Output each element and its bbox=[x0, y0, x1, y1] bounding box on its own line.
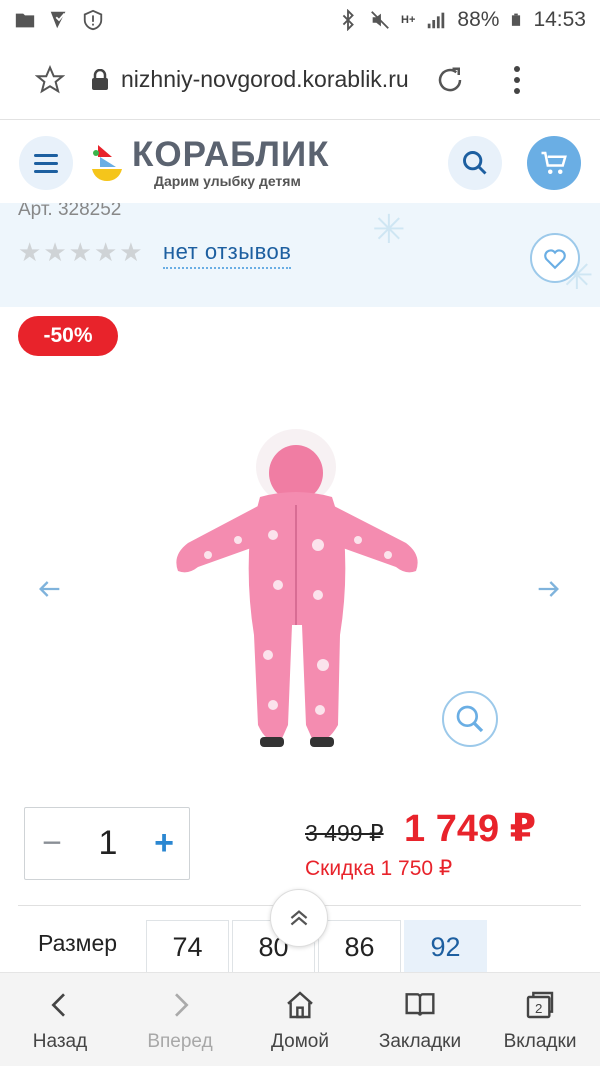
article-number: Арт. 328252 bbox=[18, 203, 122, 220]
quantity-increase-button[interactable]: + bbox=[149, 826, 179, 860]
cart-icon bbox=[541, 151, 567, 174]
discount-badge: -50% bbox=[18, 316, 118, 356]
lock-icon bbox=[92, 68, 108, 90]
nav-back[interactable]: Назад bbox=[0, 973, 120, 1066]
signal-icon bbox=[428, 12, 445, 29]
product-meta: ✳ ✳ Арт. 328252 ★ ★ ★ ★ ★ нет отзывов bbox=[0, 203, 600, 307]
url-text[interactable]: nizhniy-novgorod.korablik.ru bbox=[121, 66, 409, 93]
search-button[interactable] bbox=[448, 136, 502, 190]
discount-amount: Скидка 1 750 ₽ bbox=[305, 857, 453, 880]
battery-icon bbox=[512, 13, 521, 26]
zoom-button[interactable] bbox=[442, 691, 498, 747]
battery-percent: 88% bbox=[457, 8, 500, 31]
status-bar: H+ 88% 14:53 bbox=[0, 0, 600, 40]
star-icon: ★ bbox=[93, 237, 118, 267]
search-icon bbox=[463, 151, 487, 175]
arrow-left-icon[interactable] bbox=[36, 575, 64, 603]
reviews-link[interactable]: нет отзывов bbox=[163, 239, 292, 269]
menu-button[interactable] bbox=[19, 136, 73, 190]
alert-shield-icon bbox=[83, 9, 103, 31]
star-icon: ★ bbox=[43, 237, 67, 267]
chevron-right-icon bbox=[175, 993, 189, 1017]
scroll-top-button[interactable] bbox=[270, 889, 328, 947]
book-icon bbox=[405, 993, 435, 1016]
snowflake-decoration-icon: ✳ bbox=[372, 208, 406, 252]
cart-button[interactable] bbox=[527, 136, 581, 190]
bookmark-star-icon[interactable] bbox=[35, 64, 65, 95]
folder-icon bbox=[15, 13, 35, 28]
favorite-button[interactable] bbox=[530, 233, 580, 283]
home-icon bbox=[287, 991, 313, 1019]
quantity-stepper: − 1 + bbox=[24, 807, 190, 880]
nav-home[interactable]: Домой bbox=[240, 973, 360, 1066]
size-label: Размер bbox=[38, 930, 118, 956]
quantity-decrease-button[interactable]: − bbox=[37, 826, 67, 860]
product-gallery: -50% bbox=[0, 307, 600, 787]
nav-bookmarks[interactable]: Закладки bbox=[360, 973, 480, 1066]
tabs-icon: 2 bbox=[526, 991, 554, 1019]
bluetooth-icon bbox=[342, 9, 354, 31]
browser-url-bar: nizhniy-novgorod.korablik.ru bbox=[0, 40, 600, 120]
network-type: H+ bbox=[401, 14, 416, 26]
nav-tabs[interactable]: 2 Вкладки bbox=[480, 973, 600, 1066]
nav-back-label: Назад bbox=[32, 1031, 88, 1052]
zoom-icon bbox=[456, 705, 484, 733]
double-chevron-up-icon bbox=[290, 910, 308, 926]
arrow-right-icon[interactable] bbox=[534, 575, 562, 603]
reload-icon[interactable] bbox=[435, 65, 465, 95]
star-icon: ★ bbox=[18, 237, 42, 267]
nav-forward[interactable]: Вперед bbox=[120, 973, 240, 1066]
chevron-left-icon bbox=[51, 993, 65, 1017]
tabs-count: 2 bbox=[535, 1001, 542, 1016]
size-option[interactable]: 86 bbox=[318, 920, 401, 974]
size-option[interactable]: 74 bbox=[146, 920, 229, 974]
heart-icon bbox=[544, 249, 566, 270]
logo-slogan: Дарим улыбку детям bbox=[154, 173, 301, 189]
nav-forward-label: Вперед bbox=[147, 1031, 213, 1052]
nav-home-label: Домой bbox=[271, 1031, 329, 1052]
mute-icon bbox=[371, 11, 389, 29]
clock: 14:53 bbox=[533, 8, 586, 31]
download-check-icon bbox=[50, 11, 66, 29]
logo-name: КОРАБЛИК bbox=[132, 135, 330, 174]
quantity-value[interactable]: 1 bbox=[91, 824, 125, 863]
site-header: КОРАБЛИК Дарим улыбку детям bbox=[0, 121, 600, 203]
browser-menu-icon[interactable] bbox=[513, 65, 521, 94]
boat-logo-icon bbox=[92, 145, 122, 181]
nav-tabs-label: Вкладки bbox=[503, 1031, 577, 1052]
size-option-selected[interactable]: 92 bbox=[404, 920, 487, 974]
browser-bottom-nav: Назад Вперед Домой Закладки 2 Вкладки bbox=[0, 972, 600, 1066]
new-price: 1 749 ₽ bbox=[404, 808, 537, 850]
product-image[interactable] bbox=[168, 425, 434, 755]
star-icon: ★ bbox=[68, 237, 92, 267]
star-icon: ★ bbox=[119, 237, 143, 267]
nav-bookmarks-label: Закладки bbox=[378, 1031, 462, 1052]
rating-stars: ★ ★ ★ ★ ★ bbox=[18, 239, 143, 265]
old-price: 3 499 ₽ bbox=[305, 820, 384, 846]
site-logo[interactable]: КОРАБЛИК Дарим улыбку детям bbox=[88, 135, 348, 195]
